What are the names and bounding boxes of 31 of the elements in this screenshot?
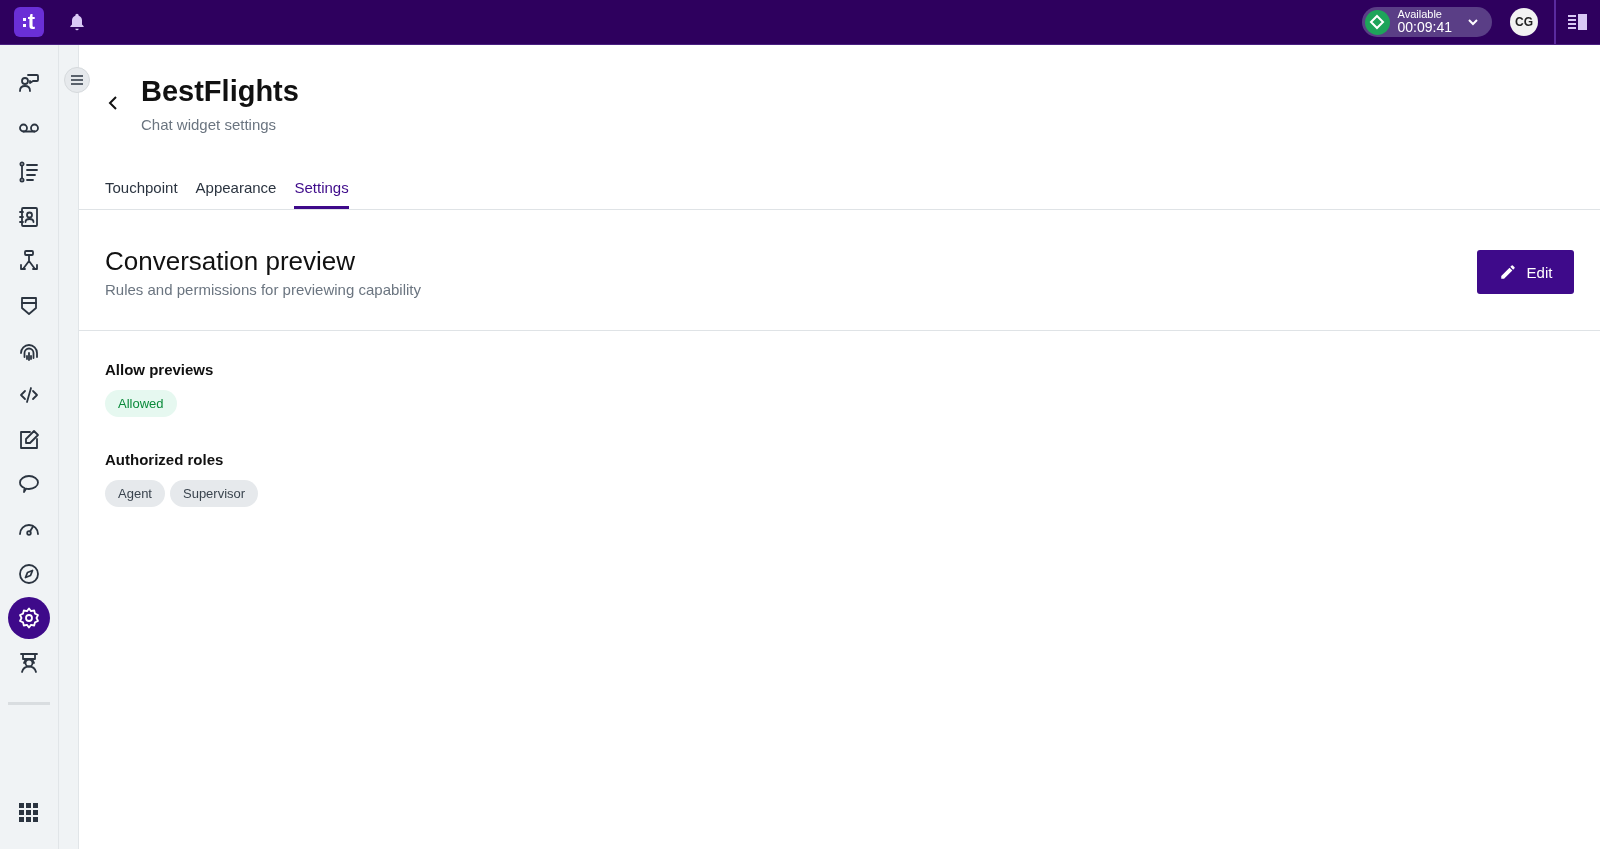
role-chip: Agent (105, 480, 165, 507)
field-label: Allow previews (105, 361, 215, 378)
menu-icon (70, 74, 84, 86)
field-label: Authorized roles (105, 451, 225, 468)
compass-icon (17, 561, 41, 586)
page-subtitle: Chat widget settings (141, 116, 278, 133)
settings-icon (17, 606, 41, 631)
tab[interactable]: Settings (294, 179, 349, 209)
section-title: Conversation preview (105, 246, 356, 277)
section-description: Rules and permissions for previewing capability (105, 281, 422, 298)
edit-icon (17, 427, 41, 452)
status-chip: Allowed (105, 390, 177, 417)
page-title: BestFlights (141, 75, 299, 108)
role-chip: Supervisor (170, 480, 259, 507)
edit-button[interactable]: Edit (1477, 250, 1574, 294)
bell-icon[interactable] (67, 12, 87, 32)
tab[interactable]: Appearance (195, 179, 277, 209)
pencil-icon (1498, 263, 1517, 281)
contact-book-icon (17, 204, 41, 229)
app-grid-icon[interactable] (19, 803, 39, 823)
diamond-icon (1369, 14, 1385, 30)
tab[interactable]: Touchpoint (105, 179, 178, 209)
user-avatar[interactable]: CG (1510, 8, 1538, 36)
agent-icon (17, 650, 41, 675)
person-chat-icon (17, 71, 41, 95)
menu-toggle[interactable] (64, 67, 90, 93)
status-selector[interactable]: Available 00:09:41 (1361, 7, 1492, 37)
side-panel-icon[interactable] (1568, 13, 1588, 31)
sidebar-item[interactable] (8, 597, 50, 640)
app-logo[interactable]: t (14, 7, 44, 37)
list-icon (17, 160, 41, 185)
